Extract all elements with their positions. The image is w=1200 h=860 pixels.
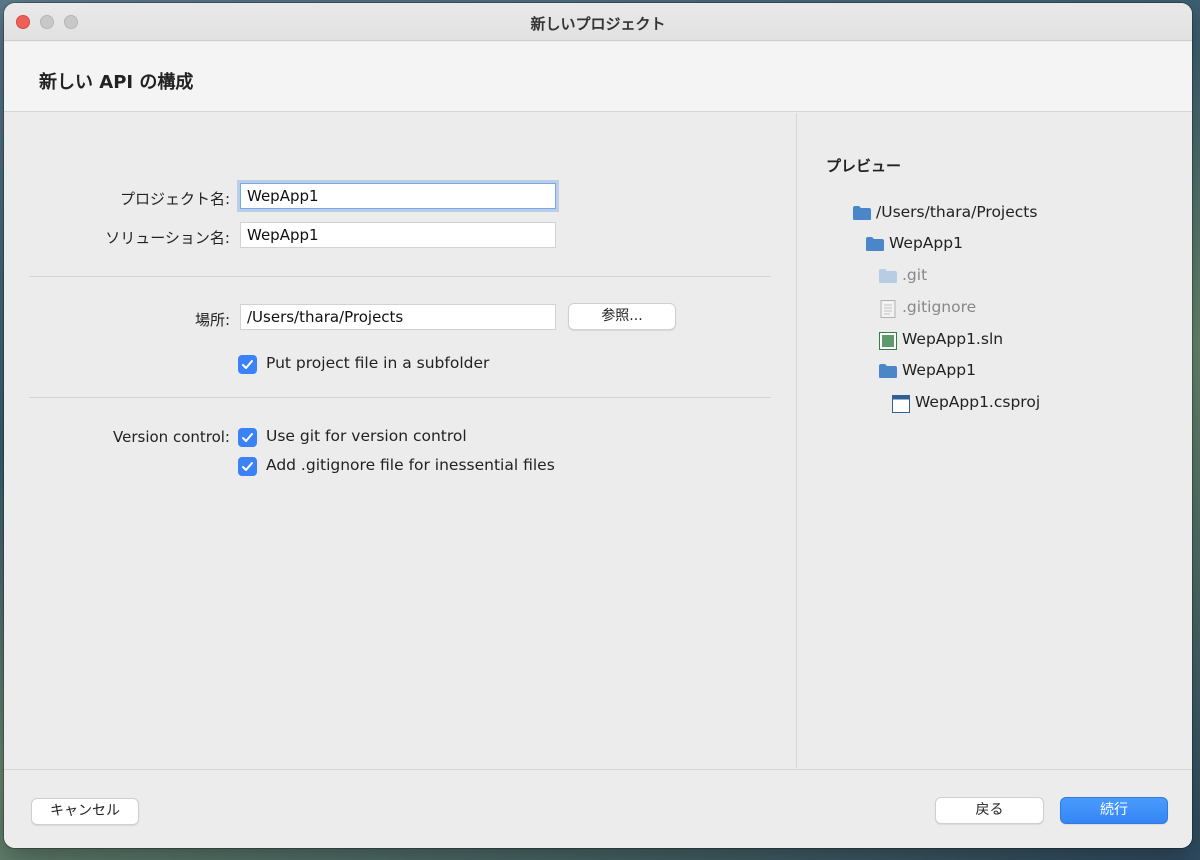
browse-button[interactable]: 参照... — [568, 303, 676, 330]
gitignore-checkbox-label: Add .gitignore file for inessential file… — [266, 456, 555, 474]
folder-icon — [866, 237, 884, 251]
tree-item-label: WepApp1.csproj — [915, 393, 1041, 411]
window-title: 新しいプロジェクト — [530, 15, 666, 33]
tree-item-label: .git — [902, 266, 928, 284]
location-label: 場所: — [194, 311, 230, 329]
use-git-checkbox-label: Use git for version control — [266, 427, 467, 445]
folder-icon — [853, 206, 871, 220]
subfolder-checkbox[interactable] — [238, 355, 257, 374]
project-name-input[interactable]: WepApp1 — [240, 183, 556, 209]
checkmark-icon — [242, 433, 253, 442]
tree-item-label: WepApp1 — [902, 361, 976, 379]
section-divider — [29, 397, 771, 398]
footer-bar: キャンセル 戻る 続行 — [4, 769, 1192, 848]
checkmark-icon — [242, 462, 253, 471]
page-header: 新しい API の構成 — [4, 42, 1192, 112]
project-icon — [892, 395, 910, 413]
checkmark-icon — [242, 360, 253, 369]
new-project-window: 新しいプロジェクト 新しい API の構成 プロジェクト名: WepApp1 ソ… — [4, 3, 1192, 848]
cancel-button[interactable]: キャンセル — [31, 798, 139, 825]
use-git-checkbox[interactable] — [238, 428, 257, 447]
solution-name-label: ソリューション名: — [105, 229, 230, 247]
location-input[interactable]: /Users/thara/Projects — [240, 304, 556, 330]
gitignore-checkbox[interactable] — [238, 457, 257, 476]
file-icon — [880, 300, 896, 318]
version-control-label: Version control: — [113, 428, 230, 446]
back-button[interactable]: 戻る — [935, 797, 1044, 824]
tree-item-label: WepApp1.sln — [902, 330, 1004, 348]
solution-name-input[interactable]: WepApp1 — [240, 222, 556, 248]
preview-title: プレビュー — [826, 157, 902, 175]
section-divider — [29, 276, 771, 277]
folder-icon — [879, 269, 897, 283]
tree-item-label: /Users/thara/Projects — [876, 203, 1038, 221]
continue-button[interactable]: 続行 — [1060, 797, 1168, 824]
tree-item-label: WepApp1 — [889, 234, 963, 252]
folder-icon — [879, 364, 897, 378]
project-name-label: プロジェクト名: — [119, 190, 230, 208]
subfolder-checkbox-label: Put project file in a subfolder — [266, 354, 490, 372]
tree-item-label: .gitignore — [902, 298, 977, 316]
settings-pane: プロジェクト名: WepApp1 ソリューション名: WepApp1 場所: /… — [4, 113, 797, 768]
preview-pane: プレビュー /Users/thara/Projects WepApp1 .git… — [798, 113, 1192, 768]
title-bar: 新しいプロジェクト — [4, 3, 1192, 41]
page-title: 新しい API の構成 — [39, 72, 194, 93]
solution-icon — [879, 332, 897, 350]
